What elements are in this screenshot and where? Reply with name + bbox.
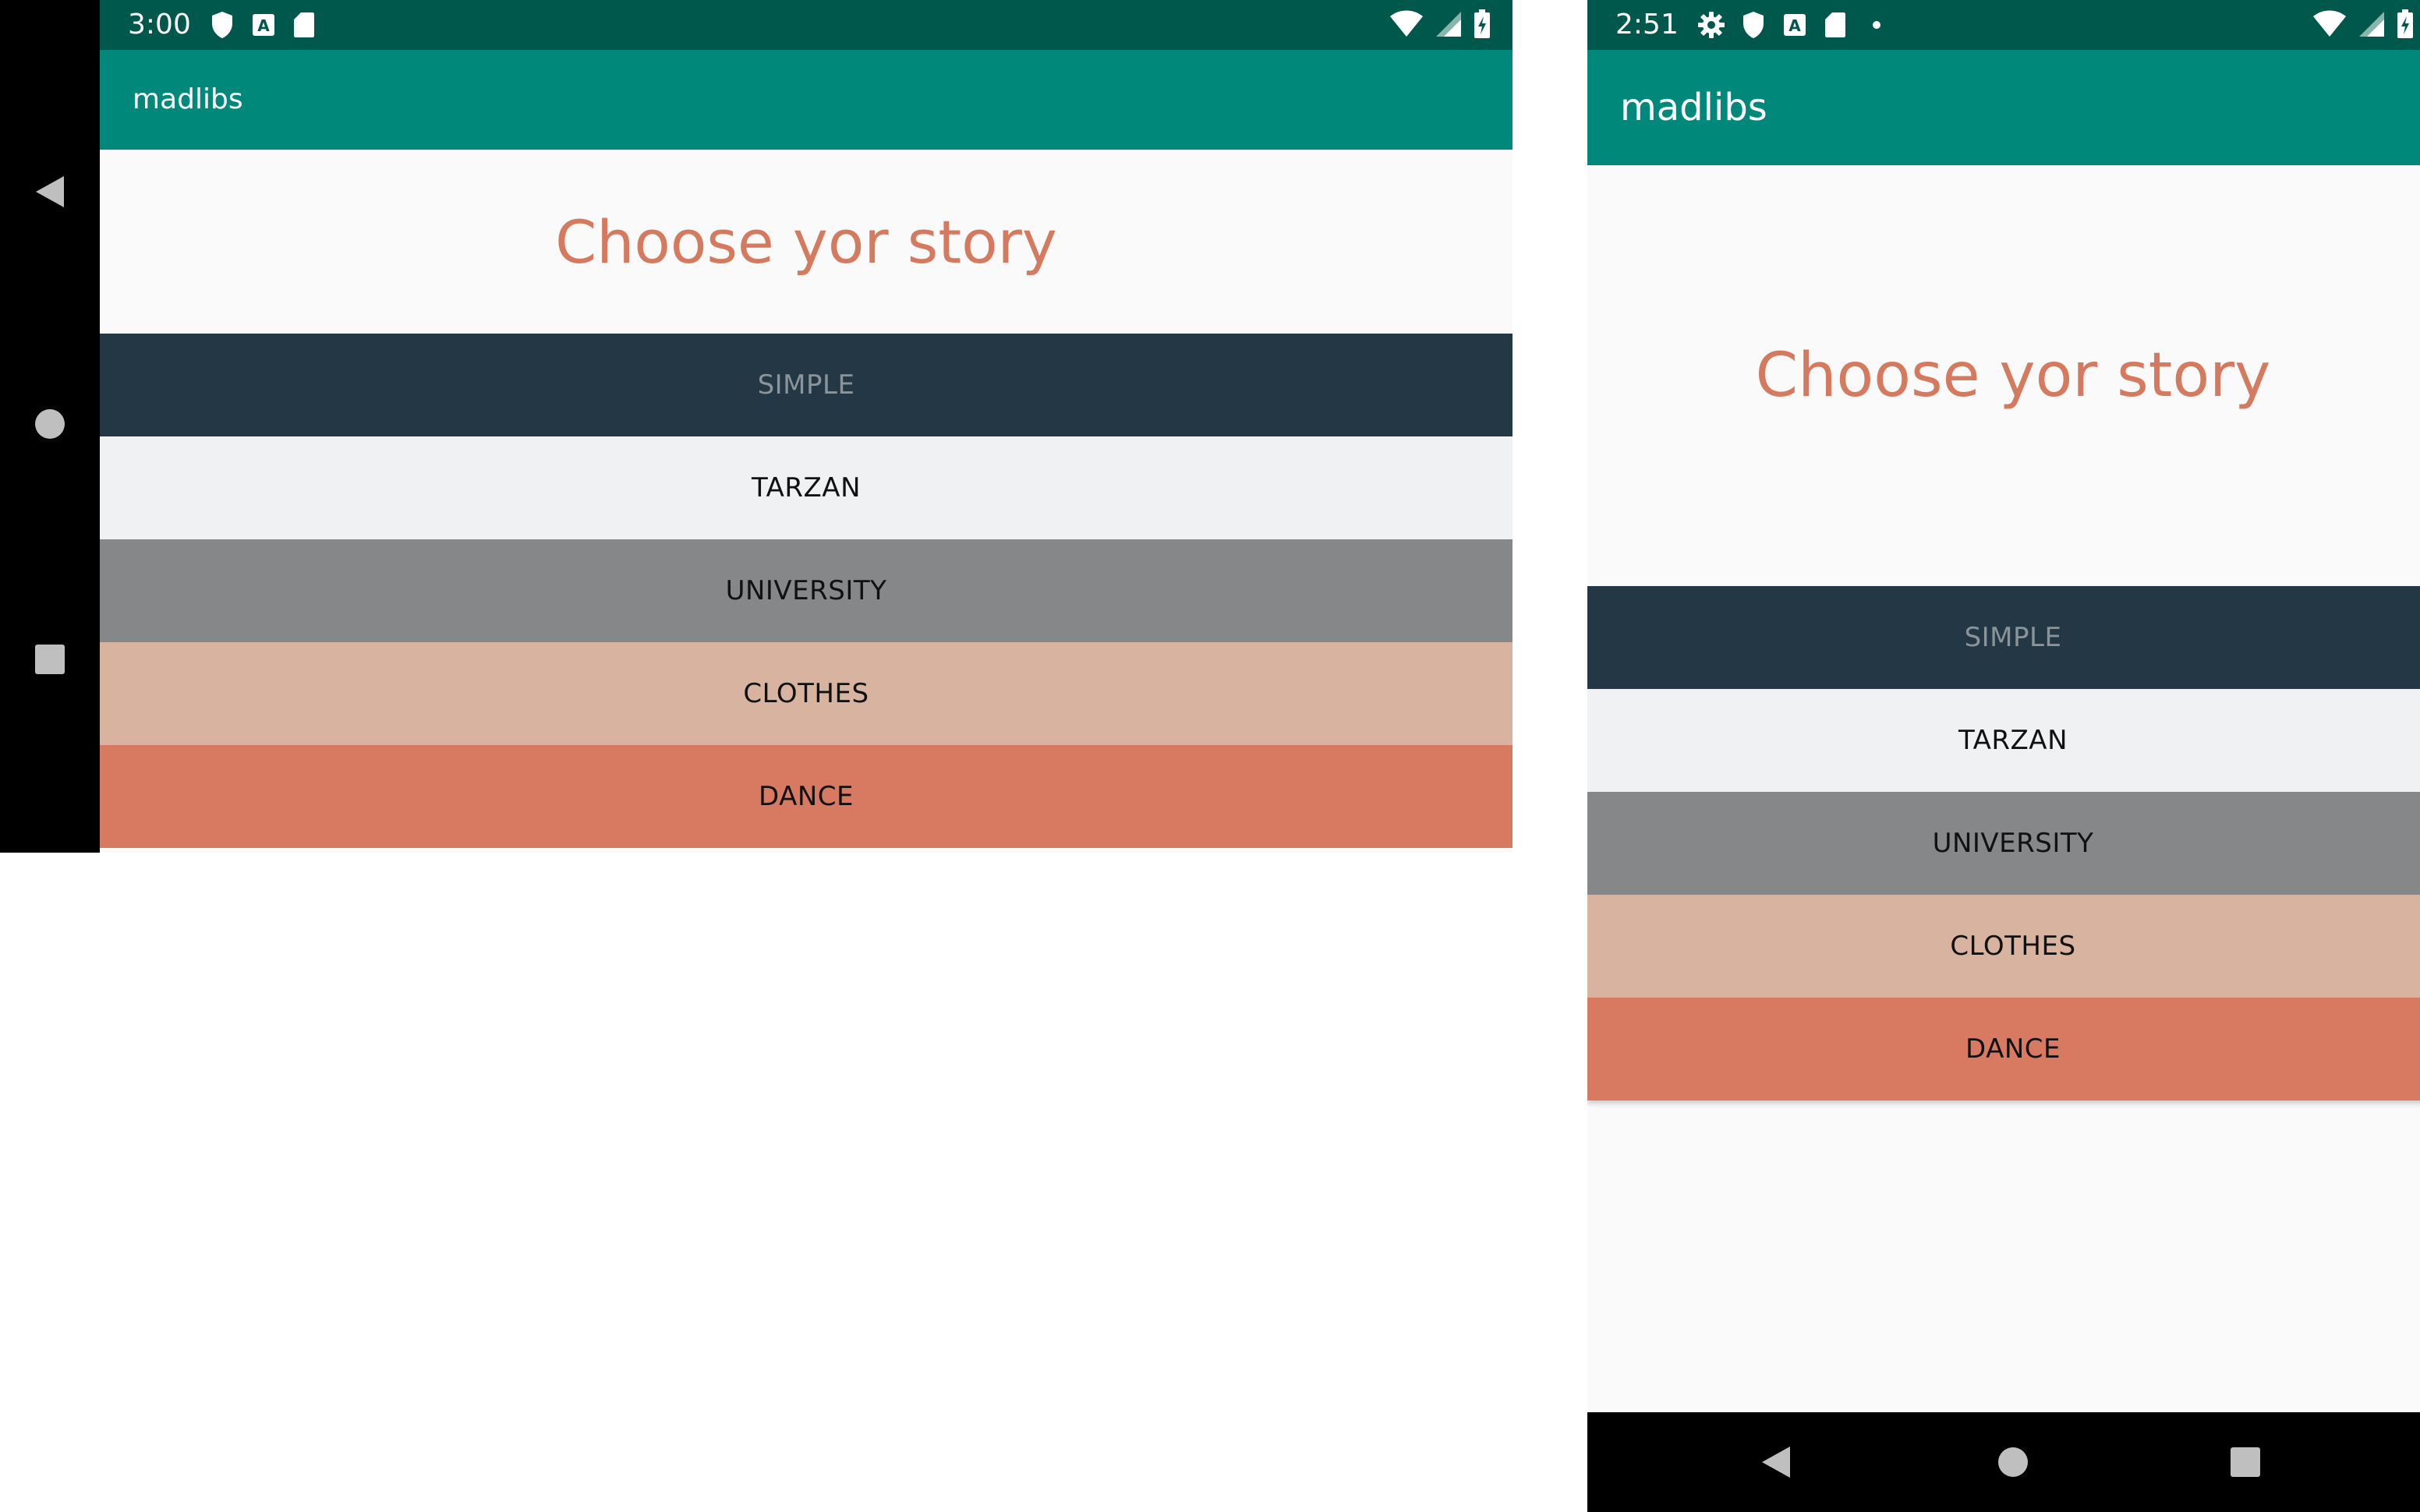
recents-icon[interactable] (2227, 1443, 2264, 1481)
svg-text:A: A (257, 16, 270, 35)
recents-icon[interactable] (31, 641, 69, 678)
main-content: Choose yor story SIMPLE TARZAN UNIVERSITY C… (1587, 165, 2420, 1412)
shield-icon (211, 11, 234, 42)
story-list: SIMPLE TARZAN UNIVERSITY CLOTHES DANCE (1587, 586, 2420, 1100)
signal-icon (2358, 10, 2386, 41)
app-title: madlibs (1620, 86, 1767, 129)
sd-card-icon (293, 12, 315, 41)
wifi-icon (2312, 10, 2347, 41)
story-button-tarzan[interactable]: TARZAN (1587, 689, 2420, 792)
story-button-tarzan[interactable]: TARZAN (100, 436, 1512, 539)
home-icon[interactable] (31, 405, 69, 443)
app-title: madlibs (133, 83, 243, 115)
navigation-bar (0, 0, 100, 853)
home-icon[interactable] (1994, 1443, 2032, 1481)
main-content: Choose yor story SIMPLE TARZAN UNIVERSITY C… (100, 150, 1512, 853)
wifi-icon (1389, 10, 1424, 41)
story-button-dance[interactable]: DANCE (100, 745, 1512, 848)
story-button-dance[interactable]: DANCE (1587, 998, 2420, 1100)
status-time: 2:51 (1615, 9, 1679, 41)
page-title: Choose yor story (1755, 341, 2271, 411)
story-button-clothes[interactable]: CLOTHES (1587, 895, 2420, 998)
status-time: 3:00 (128, 9, 191, 41)
navigation-bar (1587, 1412, 2420, 1512)
story-list: SIMPLE TARZAN UNIVERSITY CLOTHES DANCE (100, 334, 1512, 848)
page-title: Choose yor story (555, 207, 1057, 277)
battery-charging-icon (1474, 9, 1491, 42)
a-box-icon: A (251, 12, 276, 41)
back-icon[interactable] (31, 173, 69, 210)
story-button-simple[interactable]: SIMPLE (1587, 586, 2420, 689)
landscape-screen: 3:00 A madlibs Choose yor story SIMPLE T… (0, 0, 1512, 853)
gear-icon (1698, 12, 1725, 41)
app-bar: madlibs (1587, 50, 2420, 165)
story-button-clothes[interactable]: CLOTHES (100, 642, 1512, 745)
story-button-university[interactable]: UNIVERSITY (100, 539, 1512, 642)
portrait-screen: 2:51 A madlibs Choose yor story SIMPLE T… (1587, 0, 2420, 1512)
story-button-university[interactable]: UNIVERSITY (1587, 792, 2420, 895)
status-bar: 3:00 A (100, 0, 1512, 50)
status-bar: 2:51 A (1587, 0, 2420, 50)
signal-icon (1435, 10, 1463, 41)
shield-icon (1742, 11, 1765, 42)
dot-icon (1863, 12, 1890, 41)
story-button-simple[interactable]: SIMPLE (100, 334, 1512, 436)
svg-text:A: A (1788, 16, 1801, 35)
battery-charging-icon (2397, 9, 2414, 42)
back-icon[interactable] (1757, 1443, 1795, 1481)
sd-card-icon (1824, 12, 1846, 41)
a-box-icon: A (1782, 12, 1807, 41)
app-bar: madlibs (100, 50, 1512, 150)
